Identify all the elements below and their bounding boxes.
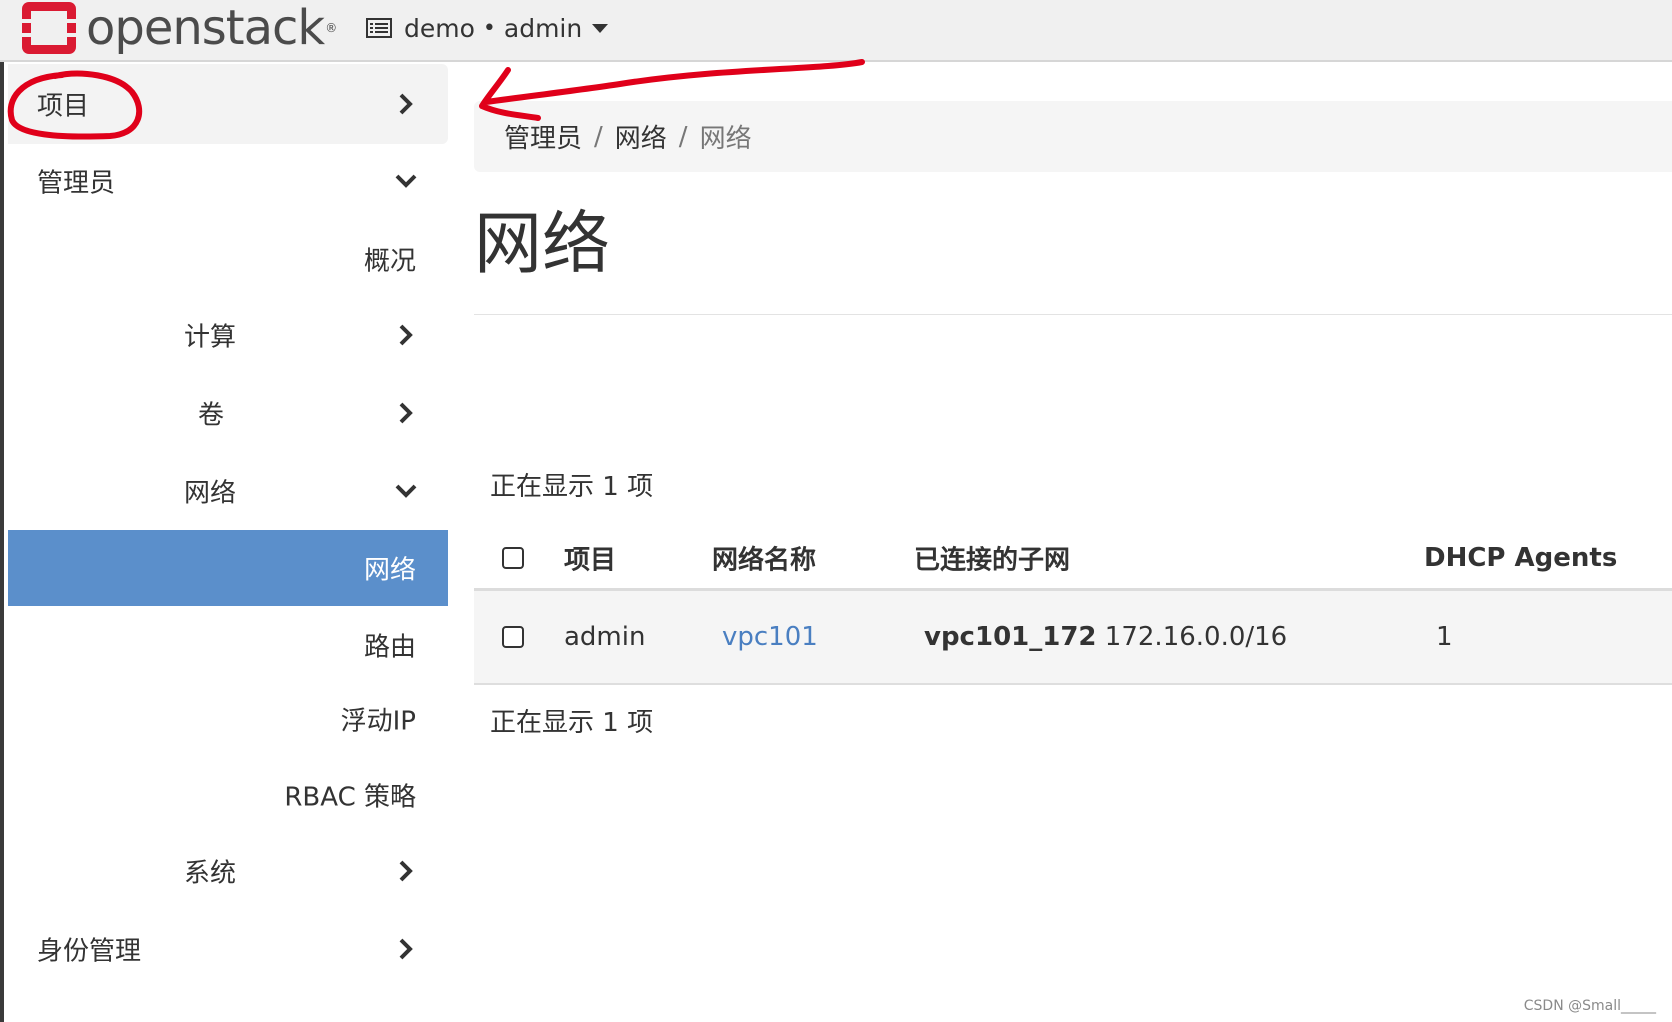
cell-subnets: vpc101_172 172.16.0.0/16: [924, 622, 1287, 652]
item-count-bottom: 正在显示 1 项: [490, 708, 654, 738]
subnet-cidr: 172.16.0.0/16: [1104, 622, 1288, 652]
sidebar-item-identity[interactable]: 身份管理: [8, 910, 448, 988]
openstack-logo-icon: [22, 2, 76, 54]
select-all-checkbox[interactable]: [502, 547, 524, 569]
sidebar-item-label: 网络: [184, 478, 237, 509]
network-name-link[interactable]: vpc101: [722, 622, 818, 652]
sidebar-item-project[interactable]: 项目: [8, 64, 448, 144]
sidebar-item-label: 卷: [198, 400, 225, 431]
chevron-right-icon: [399, 324, 413, 346]
sidebar-item-rbac[interactable]: RBAC 策略: [8, 756, 448, 834]
brand-name: openstack®: [86, 0, 337, 56]
sidebar-item-network-group[interactable]: 网络: [8, 452, 448, 530]
sidebar-item-admin[interactable]: 管理员: [8, 142, 448, 220]
breadcrumb: 管理员 / 网络 / 网络: [474, 101, 1672, 172]
page-title: 网络: [474, 205, 611, 284]
subnet-name: vpc101_172: [924, 622, 1097, 652]
column-header-network-name[interactable]: 网络名称: [712, 540, 816, 577]
chevron-down-icon: [395, 484, 417, 498]
chevron-down-icon: [395, 174, 417, 188]
table-header-row: 项目 网络名称 已连接的子网 DHCP Agents: [474, 528, 1672, 591]
sidebar-item-floating-ip[interactable]: 浮动IP: [8, 680, 448, 758]
breadcrumb-item-admin[interactable]: 管理员: [504, 118, 582, 155]
row-checkbox[interactable]: [502, 626, 524, 648]
sidebar-item-volumes[interactable]: 卷: [8, 374, 448, 452]
sidebar-item-label: 项目: [37, 91, 90, 122]
sidebar-item-label: RBAC 策略: [284, 782, 416, 813]
sidebar-item-label: 浮动IP: [340, 706, 416, 737]
sidebar-item-label: 路由: [363, 632, 416, 663]
watermark: CSDN @Small_____: [1523, 998, 1656, 1014]
chevron-right-icon: [399, 402, 413, 424]
chevron-right-icon: [399, 93, 413, 115]
networks-table: 项目 网络名称 已连接的子网 DHCP Agents admin vpc101 …: [474, 528, 1672, 685]
project-list-icon: [366, 18, 392, 38]
table-row: admin vpc101 vpc101_172 172.16.0.0/16 1: [474, 591, 1672, 685]
breadcrumb-item-current: 网络: [699, 124, 752, 154]
sidebar-item-label: 网络: [363, 555, 416, 586]
top-navbar: openstack® demo • admin: [0, 0, 1672, 62]
chevron-right-icon: [399, 860, 413, 882]
sidebar-item-label: 概况: [363, 246, 416, 277]
chevron-right-icon: [399, 938, 413, 960]
sidebar-item-overview[interactable]: 概况: [8, 220, 448, 298]
cell-dhcp-agents: 1: [1436, 622, 1453, 652]
sidebar: 项目 管理员 概况 计算 卷 网络 网络 路由 浮动IP RBAC 策略 系统 …: [0, 62, 448, 1022]
sidebar-item-label: 系统: [184, 858, 237, 889]
sidebar-item-label: 管理员: [37, 168, 116, 199]
cell-project: admin: [564, 622, 646, 652]
user-name: admin: [503, 13, 583, 43]
caret-down-icon: [592, 23, 609, 33]
project-separator: •: [482, 15, 496, 41]
breadcrumb-divider: /: [678, 121, 688, 152]
column-header-subnets[interactable]: 已连接的子网: [914, 540, 1070, 577]
title-divider: [474, 314, 1672, 315]
project-name: demo: [404, 13, 475, 43]
item-count-top: 正在显示 1 项: [490, 472, 654, 502]
project-switcher[interactable]: demo • admin: [366, 8, 609, 48]
sidebar-item-label: 计算: [184, 322, 237, 353]
sidebar-item-compute[interactable]: 计算: [8, 296, 448, 374]
sidebar-item-routers[interactable]: 路由: [8, 606, 448, 684]
sidebar-item-networks[interactable]: 网络: [8, 530, 448, 606]
sidebar-item-label: 身份管理: [37, 936, 142, 967]
breadcrumb-item-network[interactable]: 网络: [615, 118, 667, 155]
column-header-dhcp-agents[interactable]: DHCP Agents: [1424, 543, 1617, 573]
column-header-project[interactable]: 项目: [564, 540, 616, 577]
breadcrumb-divider: /: [594, 121, 603, 152]
sidebar-item-system[interactable]: 系统: [8, 832, 448, 910]
openstack-logo[interactable]: openstack®: [22, 0, 337, 56]
